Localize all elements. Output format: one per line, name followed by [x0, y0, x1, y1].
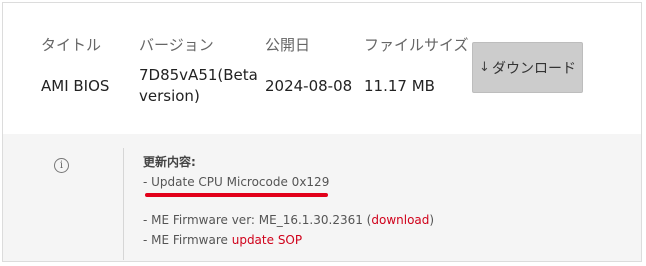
bios-version-line2: version): [139, 87, 200, 105]
note-me-firmware-version: - ME Firmware ver: ME_16.1.30.2361 (down…: [143, 213, 434, 227]
bios-summary: タイトル バージョン 公開日 ファイルサイズ AMI BIOS 7D85vA51…: [3, 3, 641, 134]
release-notes-panel: i 更新内容: - Update CPU Microcode 0x129 - M…: [3, 134, 641, 261]
red-highlight-underline: [145, 193, 328, 197]
release-notes-title: 更新内容:: [143, 155, 196, 169]
info-icon: i: [54, 158, 69, 173]
header-title: タイトル: [41, 36, 102, 54]
header-date: 公開日: [265, 36, 311, 54]
download-button-label: ダウンロード: [491, 60, 576, 77]
download-button[interactable]: ↓ ダウンロード: [472, 42, 583, 93]
bios-size: 11.17 MB: [364, 77, 435, 95]
header-size: ファイルサイズ: [364, 36, 469, 54]
note-cpu-microcode: - Update CPU Microcode 0x129: [143, 175, 330, 189]
bios-title: AMI BIOS: [41, 77, 110, 95]
bios-version: 7D85vA51(Beta version): [139, 65, 258, 107]
header-version: バージョン: [139, 36, 214, 54]
bios-version-line1: 7D85vA51(Beta: [139, 66, 258, 84]
note-me-firmware-version-text: - ME Firmware ver: ME_16.1.30.2361 (: [143, 213, 372, 227]
bios-date: 2024-08-08: [265, 77, 353, 95]
bios-card: タイトル バージョン 公開日 ファイルサイズ AMI BIOS 7D85vA51…: [2, 2, 642, 262]
download-arrow-icon: ↓: [479, 60, 490, 75]
update-sop-link[interactable]: update SOP: [232, 233, 302, 247]
note-me-firmware-sop-text: - ME Firmware: [143, 233, 232, 247]
note-me-firmware-version-close: ): [429, 213, 435, 227]
download-link[interactable]: download: [371, 213, 429, 227]
note-me-firmware-sop: - ME Firmware update SOP: [143, 233, 302, 247]
divider: [123, 148, 124, 260]
